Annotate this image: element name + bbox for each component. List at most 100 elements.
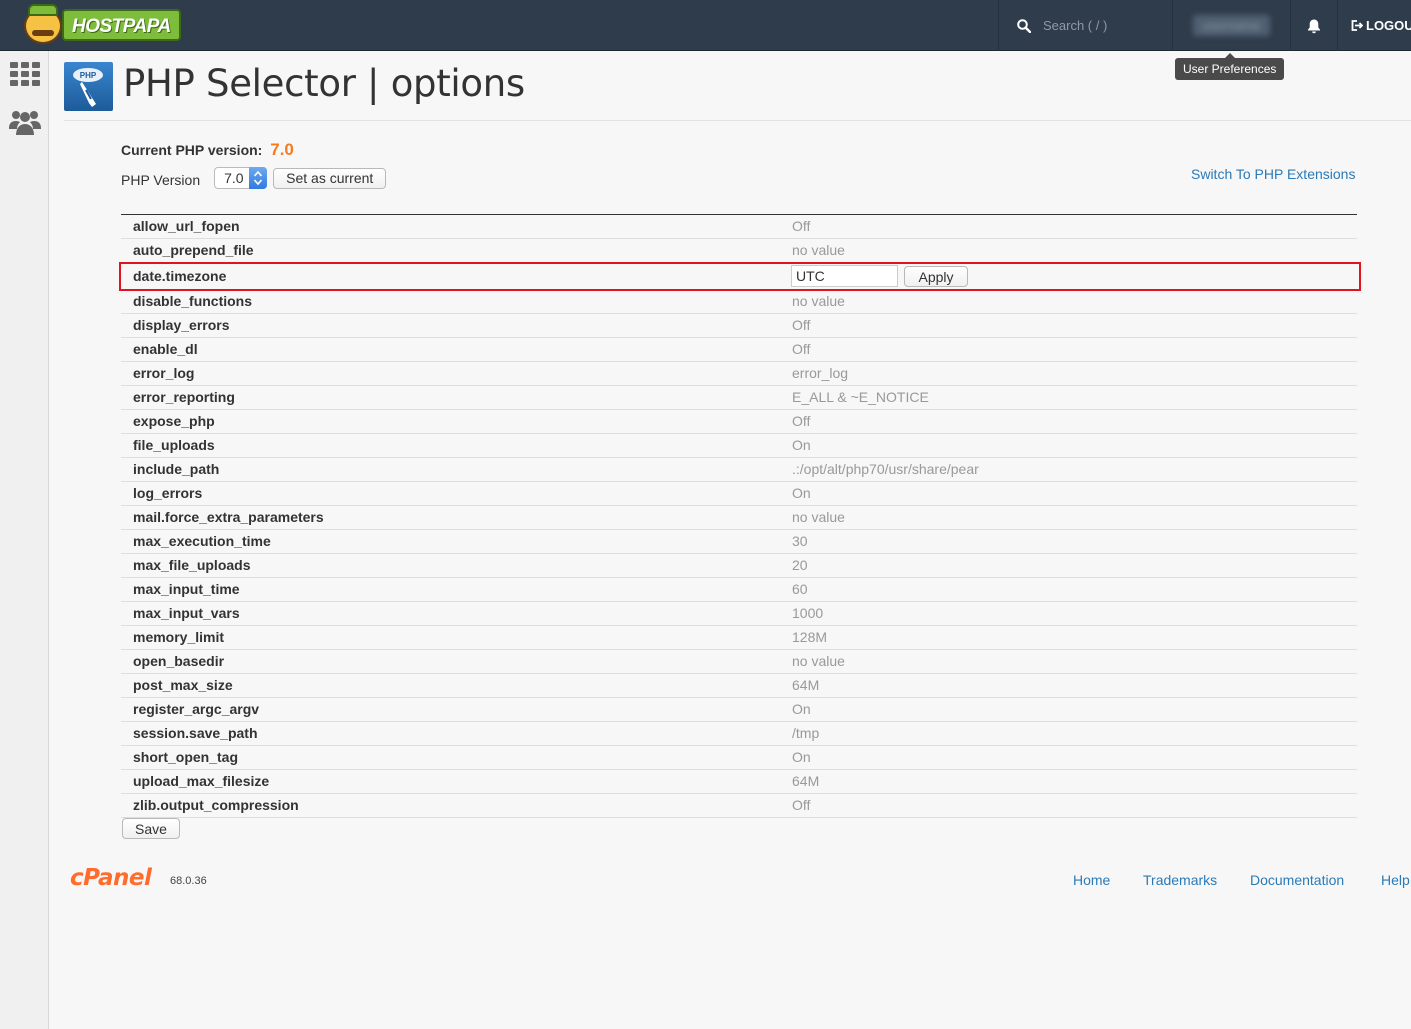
set-as-current-button[interactable]: Set as current: [273, 167, 387, 189]
option-value[interactable]: 30: [792, 533, 808, 549]
top-search[interactable]: [998, 0, 1173, 51]
option-value[interactable]: 64M: [792, 677, 819, 693]
mascot-icon: [18, 2, 68, 48]
footer-link-home[interactable]: Home: [1073, 872, 1110, 888]
page-header: PHP PHP Selector | options: [64, 60, 1411, 121]
option-name: log_errors: [133, 485, 203, 501]
option-row-zlib-output-compression[interactable]: zlib.output_compression Off: [121, 794, 1357, 818]
php-options-table: allow_url_fopen Off auto_prepend_file no va…: [121, 214, 1357, 818]
option-value[interactable]: no value: [792, 509, 845, 525]
option-row-memory-limit[interactable]: memory_limit 128M: [121, 626, 1357, 650]
option-name: open_basedir: [133, 653, 225, 669]
option-name: max_input_vars: [133, 605, 240, 621]
footer-link-trademarks[interactable]: Trademarks: [1143, 872, 1217, 888]
php-icon-text: PHP: [80, 71, 97, 80]
current-version-label: Current PHP version:: [121, 142, 263, 158]
option-value[interactable]: Off: [792, 317, 810, 333]
option-name: enable_dl: [133, 341, 198, 357]
cpanel-logo[interactable]: cPanel: [70, 865, 152, 891]
php-version-select[interactable]: 7.0: [214, 167, 268, 189]
option-name: display_errors: [133, 317, 230, 333]
option-row-max-input-vars[interactable]: max_input_vars 1000: [121, 602, 1357, 626]
option-name: include_path: [133, 461, 220, 477]
date-timezone-input[interactable]: [791, 265, 898, 287]
option-value[interactable]: On: [792, 701, 811, 717]
option-name: file_uploads: [133, 437, 215, 453]
option-value[interactable]: 60: [792, 581, 808, 597]
page-title: PHP Selector | options: [123, 62, 525, 105]
option-name: zlib.output_compression: [133, 797, 299, 813]
option-value[interactable]: 1000: [792, 605, 823, 621]
option-row-allow-url-fopen[interactable]: allow_url_fopen Off: [121, 215, 1357, 239]
option-row-expose-php[interactable]: expose_php Off: [121, 410, 1357, 434]
option-row-error-log[interactable]: error_log error_log: [121, 362, 1357, 386]
php-version-selected: 7.0: [224, 170, 244, 186]
option-value[interactable]: Off: [792, 341, 810, 357]
switch-to-php-extensions-link[interactable]: Switch To PHP Extensions: [1191, 166, 1355, 182]
option-row-post-max-size[interactable]: post_max_size 64M: [121, 674, 1357, 698]
sidebar: [0, 51, 49, 1029]
notifications-button[interactable]: [1290, 0, 1338, 51]
user-preferences-button[interactable]: username: [1174, 0, 1289, 51]
cpanel-version: 68.0.36: [170, 875, 207, 887]
search-icon: [1017, 18, 1031, 33]
users-icon[interactable]: [9, 108, 41, 136]
option-row-error-reporting[interactable]: error_reporting E_ALL & ~E_NOTICE: [121, 386, 1357, 410]
option-value[interactable]: E_ALL & ~E_NOTICE: [792, 389, 929, 405]
option-name: session.save_path: [133, 725, 258, 741]
option-row-auto-prepend-file[interactable]: auto_prepend_file no value: [121, 239, 1357, 263]
option-row-short-open-tag[interactable]: short_open_tag On: [121, 746, 1357, 770]
option-name: max_file_uploads: [133, 557, 251, 573]
option-row-date-timezone: date.timezone Apply: [121, 263, 1357, 290]
current-php-version: Current PHP version: 7.0: [121, 140, 294, 160]
option-value[interactable]: /tmp: [792, 725, 819, 741]
option-value[interactable]: On: [792, 437, 811, 453]
option-value[interactable]: no value: [792, 242, 845, 258]
option-value[interactable]: On: [792, 749, 811, 765]
footer-link-help[interactable]: Help: [1381, 872, 1410, 888]
option-value[interactable]: Off: [792, 218, 810, 234]
option-value[interactable]: On: [792, 485, 811, 501]
option-row-include-path[interactable]: include_path .:/opt/alt/php70/usr/share/p…: [121, 458, 1357, 482]
option-row-enable-dl[interactable]: enable_dl Off: [121, 338, 1357, 362]
logo-text: HOSTPAPA: [62, 9, 181, 41]
option-value[interactable]: error_log: [792, 365, 848, 381]
option-name: memory_limit: [133, 629, 225, 645]
hostpapa-logo[interactable]: HOSTPAPA: [18, 2, 181, 48]
option-value[interactable]: 20: [792, 557, 808, 573]
option-row-register-argc-argv[interactable]: register_argc_argv On: [121, 698, 1357, 722]
logout-button[interactable]: LOGOUT: [1340, 0, 1411, 51]
option-name: register_argc_argv: [133, 701, 260, 717]
option-row-file-uploads[interactable]: file_uploads On: [121, 434, 1357, 458]
option-name: error_reporting: [133, 389, 235, 405]
option-value[interactable]: no value: [792, 653, 845, 669]
option-row-log-errors[interactable]: log_errors On: [121, 482, 1357, 506]
option-value[interactable]: 128M: [792, 629, 827, 645]
option-row-max-file-uploads[interactable]: max_file_uploads 20: [121, 554, 1357, 578]
option-value[interactable]: Off: [792, 413, 810, 429]
option-row-disable-functions[interactable]: disable_functions no value: [121, 290, 1357, 314]
save-button[interactable]: Save: [122, 818, 180, 839]
option-value[interactable]: no value: [792, 293, 845, 309]
apply-button[interactable]: Apply: [904, 266, 968, 287]
option-value[interactable]: 64M: [792, 773, 819, 789]
search-input[interactable]: [1043, 18, 1153, 33]
option-name: date.timezone: [133, 268, 227, 284]
option-row-max-input-time[interactable]: max_input_time 60: [121, 578, 1357, 602]
option-row-max-execution-time[interactable]: max_execution_time 30: [121, 530, 1357, 554]
option-name: upload_max_filesize: [133, 773, 270, 789]
footer-link-documentation[interactable]: Documentation: [1250, 872, 1344, 888]
option-row-session-save-path[interactable]: session.save_path/tmp: [121, 722, 1357, 746]
option-row-upload-max-filesize[interactable]: upload_max_filesize 64M: [121, 770, 1357, 794]
option-row-display-errors[interactable]: display_errors Off: [121, 314, 1357, 338]
option-value[interactable]: .:/opt/alt/php70/usr/share/pear: [792, 461, 979, 477]
grid-icon[interactable]: [9, 60, 41, 88]
logout-label: LOGOUT: [1366, 18, 1411, 33]
option-row-open-basedir[interactable]: open_basedir no value: [121, 650, 1357, 674]
option-value[interactable]: Off: [792, 797, 810, 813]
current-version-value: 7.0: [270, 140, 294, 159]
option-row-mail-force-extra-parameters[interactable]: mail.force_extra_parameters no value: [121, 506, 1357, 530]
top-bar: HOSTPAPA username LOGOUT: [0, 0, 1411, 51]
php-selector-icon: PHP: [64, 62, 113, 111]
option-name: allow_url_fopen: [133, 218, 240, 234]
